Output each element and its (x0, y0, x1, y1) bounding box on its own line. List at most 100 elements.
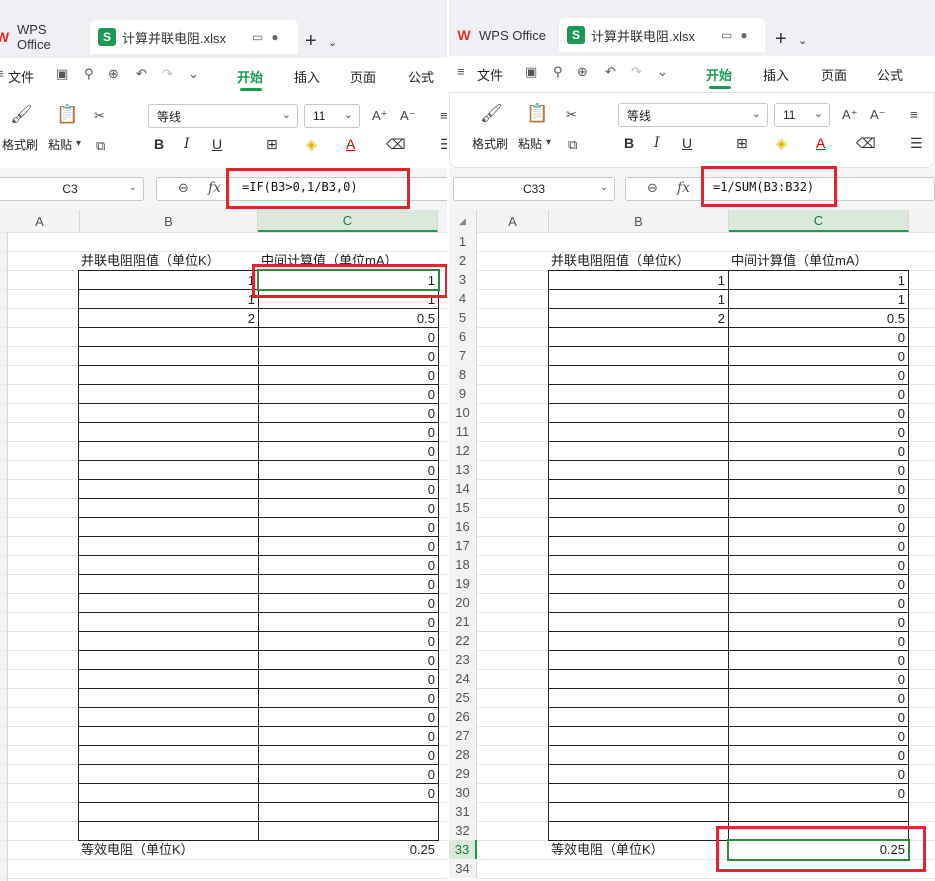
table-cell-c[interactable]: 1 (728, 270, 909, 290)
table-cell-c[interactable]: 0 (258, 498, 439, 518)
table-cell-c[interactable]: 0 (258, 441, 439, 461)
tab-file[interactable]: S 计算并联电阻.xlsx ▭ ● (90, 20, 298, 54)
table-cell-b[interactable] (548, 574, 729, 594)
menu-home[interactable]: 开始 (706, 65, 732, 84)
table-cell-b[interactable]: 2 (548, 308, 729, 328)
table-cell-c[interactable]: 0 (728, 327, 909, 347)
column-header-c[interactable]: C (258, 210, 438, 232)
table-cell-b[interactable] (78, 422, 259, 442)
row-header-7[interactable]: 7 (449, 346, 477, 365)
table-cell-b[interactable] (548, 688, 729, 708)
paste-label[interactable]: 粘贴 (48, 136, 72, 153)
column-header-c[interactable]: C (729, 210, 909, 232)
menu-formula[interactable]: 公式 (877, 65, 903, 84)
tab-wps-home[interactable]: W WPS Office (455, 18, 555, 52)
fill-color-icon[interactable]: ◈ (776, 135, 787, 152)
table-cell-b[interactable] (548, 631, 729, 651)
fx-icon[interactable]: fx (208, 180, 221, 196)
paste-icon[interactable]: 📋 (56, 104, 78, 125)
table-cell-b[interactable] (78, 384, 259, 404)
row-header-25[interactable]: 25 (449, 688, 477, 707)
paste-icon[interactable]: 📋 (526, 103, 548, 124)
font-size-select[interactable]: 11 ⌄ (774, 103, 830, 127)
table-cell-b[interactable] (548, 555, 729, 575)
chevron-down-icon[interactable]: ⌄ (657, 64, 668, 80)
table-cell-c[interactable]: 0 (258, 745, 439, 765)
row-header-23[interactable]: 23 (449, 650, 477, 669)
table-cell-b[interactable] (78, 536, 259, 556)
table-cell-b[interactable] (548, 726, 729, 746)
table-cell-c[interactable]: 0 (728, 688, 909, 708)
table-cell-b[interactable] (78, 403, 259, 423)
table-cell-b[interactable] (548, 707, 729, 727)
table-cell-b[interactable] (548, 479, 729, 499)
table-cell-b[interactable]: 1 (78, 270, 259, 290)
row-header-8[interactable]: 8 (449, 365, 477, 384)
print-preview-icon[interactable]: ⊕ (577, 64, 588, 80)
row-header-18[interactable]: 18 (449, 555, 477, 574)
table-cell-b[interactable] (548, 745, 729, 765)
menu-page[interactable]: 页面 (821, 65, 847, 84)
monitor-icon[interactable]: ▭ (721, 28, 732, 42)
align-left-icon[interactable]: ☰ (440, 136, 447, 153)
increase-font-icon[interactable]: A⁺ (372, 108, 388, 124)
undo-icon[interactable]: ↶ (136, 66, 147, 82)
table-cell-c[interactable]: 0 (258, 365, 439, 385)
row-header-28[interactable]: 28 (449, 745, 477, 764)
table-cell-c[interactable]: 0 (728, 707, 909, 727)
table-cell-b[interactable] (78, 574, 259, 594)
result-label-cell[interactable]: 等效电阻（单位K） (78, 840, 258, 859)
row-header-14[interactable]: 14 (449, 479, 477, 498)
row-header-10[interactable]: 10 (449, 403, 477, 422)
table-cell-c[interactable]: 0 (258, 479, 439, 499)
table-cell-b[interactable] (548, 650, 729, 670)
row-header-22[interactable]: 22 (449, 631, 477, 650)
row-header-13[interactable]: 13 (449, 460, 477, 479)
table-cell-b[interactable] (78, 821, 259, 841)
table-cell-c[interactable]: 0 (728, 726, 909, 746)
zoom-icon[interactable]: ⊖ (178, 180, 189, 196)
table-cell-b[interactable] (78, 802, 259, 822)
table-cell-c[interactable]: 0 (728, 536, 909, 556)
border-icon[interactable]: ⊞ (266, 136, 278, 153)
table-cell-b[interactable] (78, 479, 259, 499)
row-header-5[interactable]: 5 (449, 308, 477, 327)
table-cell-c[interactable] (258, 821, 439, 841)
row-header-17[interactable]: 17 (449, 536, 477, 555)
table-cell-c[interactable]: 0 (728, 669, 909, 689)
table-cell-b[interactable] (548, 593, 729, 613)
table-cell-c[interactable]: 0 (728, 612, 909, 632)
table-cell-c[interactable]: 0 (728, 745, 909, 765)
header-b-cell[interactable]: 并联电阻阻值（单位K） (548, 251, 728, 270)
italic-button[interactable]: I (184, 136, 190, 152)
result-label-cell[interactable]: 等效电阻（单位K） (548, 840, 728, 859)
name-box[interactable]: C3 ⌄ (0, 177, 144, 201)
fx-icon[interactable]: fx (677, 180, 690, 196)
chevron-down-icon[interactable]: ▾ (76, 138, 81, 149)
table-cell-b[interactable]: 1 (78, 289, 259, 309)
fill-color-icon[interactable]: ◈ (306, 136, 317, 153)
font-color-icon[interactable]: A (816, 135, 825, 151)
table-cell-c[interactable]: 0 (728, 460, 909, 480)
table-cell-c[interactable]: 0 (728, 631, 909, 651)
table-cell-b[interactable] (548, 669, 729, 689)
menu-insert[interactable]: 插入 (763, 65, 789, 84)
table-cell-c[interactable]: 0 (258, 612, 439, 632)
cut-icon[interactable]: ✂ (566, 107, 577, 123)
column-header-a[interactable]: A (477, 210, 549, 232)
format-painter-icon[interactable]: 🖌 (10, 104, 33, 125)
tab-file[interactable]: S 计算并联电阻.xlsx ▭ ● (559, 18, 765, 52)
zoom-icon[interactable]: ⊖ (647, 180, 658, 196)
table-cell-c[interactable]: 0 (728, 403, 909, 423)
table-cell-c[interactable]: 0.5 (258, 308, 439, 328)
table-cell-b[interactable] (78, 688, 259, 708)
table-cell-c[interactable]: 0 (258, 403, 439, 423)
undo-icon[interactable]: ↶ (605, 64, 616, 80)
table-cell-b[interactable] (78, 498, 259, 518)
table-cell-b[interactable] (78, 726, 259, 746)
corner-cell[interactable]: ◢ (449, 210, 477, 232)
new-tab-icon[interactable]: + (305, 30, 317, 53)
table-cell-b[interactable] (78, 460, 259, 480)
table-cell-b[interactable] (78, 707, 259, 727)
table-cell-b[interactable] (548, 802, 729, 822)
